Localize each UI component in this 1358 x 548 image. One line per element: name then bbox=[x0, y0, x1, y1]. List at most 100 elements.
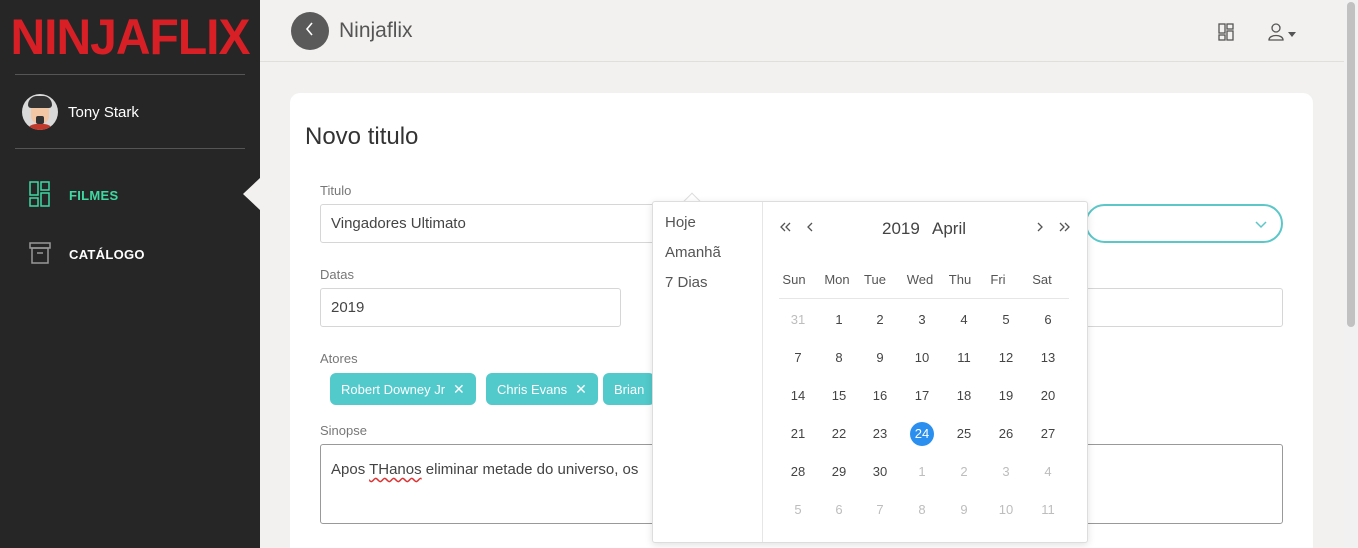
calendar-day[interactable]: 23 bbox=[859, 426, 901, 441]
weekday-header: Tue bbox=[864, 272, 886, 287]
calendar-day[interactable]: 11 bbox=[1027, 502, 1069, 517]
calendar-day[interactable]: 9 bbox=[859, 350, 901, 365]
calendar-day[interactable]: 8 bbox=[818, 350, 860, 365]
calendar-day[interactable]: 4 bbox=[1027, 464, 1069, 479]
active-nav-indicator bbox=[243, 178, 260, 210]
actor-tag-label: Robert Downey Jr bbox=[341, 381, 446, 397]
double-chevron-left-icon[interactable] bbox=[780, 219, 792, 237]
preset-tomorrow[interactable]: Amanhã bbox=[665, 244, 721, 261]
calendar-year[interactable]: 2019 bbox=[882, 219, 920, 239]
calendar-day[interactable]: 7 bbox=[777, 350, 819, 365]
dashboard-icon bbox=[29, 181, 51, 210]
sidebar-divider bbox=[15, 148, 245, 149]
chevron-right-icon[interactable] bbox=[1036, 219, 1044, 237]
calendar-day-label: 14 bbox=[790, 388, 806, 403]
calendar-day[interactable]: 28 bbox=[777, 464, 819, 479]
title-input[interactable]: Vingadores Ultimato bbox=[320, 204, 660, 243]
layout-toggle-button[interactable] bbox=[1218, 23, 1234, 46]
sidebar-item-label: CATÁLOGO bbox=[69, 247, 145, 262]
calendar-day[interactable]: 21 bbox=[777, 426, 819, 441]
user-profile[interactable]: Tony Stark bbox=[22, 94, 139, 130]
calendar-day[interactable]: 8 bbox=[901, 502, 943, 517]
calendar-day[interactable]: 5 bbox=[777, 502, 819, 517]
calendar-day-label: 2 bbox=[876, 312, 884, 327]
calendar-day-selected[interactable]: 24 bbox=[901, 422, 943, 446]
dates-label: Datas bbox=[320, 267, 354, 282]
double-chevron-right-icon[interactable] bbox=[1058, 219, 1070, 237]
calendar-day[interactable]: 5 bbox=[985, 312, 1027, 327]
calendar-day[interactable]: 29 bbox=[818, 464, 860, 479]
weekday-header: Wed bbox=[906, 272, 934, 287]
calendar-day[interactable]: 15 bbox=[818, 388, 860, 403]
calendar-day[interactable]: 27 bbox=[1027, 426, 1069, 441]
calendar-day[interactable]: 3 bbox=[985, 464, 1027, 479]
calendar-day[interactable]: 6 bbox=[1027, 312, 1069, 327]
actor-tag[interactable]: Brian bbox=[603, 373, 656, 405]
calendar-day[interactable]: 1 bbox=[901, 464, 943, 479]
chevron-down-icon bbox=[1288, 32, 1296, 37]
close-icon[interactable]: ✕ bbox=[575, 381, 587, 398]
calendar-day[interactable]: 4 bbox=[943, 312, 985, 327]
calendar-day-label: 17 bbox=[914, 388, 930, 403]
calendar-day-label: 6 bbox=[835, 502, 843, 517]
calendar-day-label: 30 bbox=[872, 464, 888, 479]
calendar-day[interactable]: 30 bbox=[859, 464, 901, 479]
calendar-day[interactable]: 14 bbox=[777, 388, 819, 403]
calendar-day[interactable]: 9 bbox=[943, 502, 985, 517]
synopsis-label: Sinopse bbox=[320, 423, 367, 438]
actor-tag[interactable]: Robert Downey Jr ✕ bbox=[330, 373, 476, 405]
calendar-day[interactable]: 7 bbox=[859, 502, 901, 517]
status-select[interactable] bbox=[1085, 204, 1283, 243]
dates-input[interactable]: 2019 bbox=[320, 288, 621, 327]
user-menu-button[interactable] bbox=[1268, 23, 1296, 46]
datepicker-presets: Hoje Amanhã 7 Dias bbox=[653, 202, 763, 542]
calendar-day[interactable]: 25 bbox=[943, 426, 985, 441]
preset-7-days[interactable]: 7 Dias bbox=[665, 274, 708, 291]
calendar-day[interactable]: 26 bbox=[985, 426, 1027, 441]
back-button[interactable] bbox=[291, 12, 329, 50]
calendar-day[interactable]: 10 bbox=[985, 502, 1027, 517]
calendar-day-label: 7 bbox=[794, 350, 802, 365]
weekday-header: Sun bbox=[782, 272, 806, 287]
calendar-day[interactable]: 11 bbox=[943, 350, 985, 365]
calendar-day[interactable]: 12 bbox=[985, 350, 1027, 365]
calendar-day[interactable]: 2 bbox=[943, 464, 985, 479]
calendar-day[interactable]: 17 bbox=[901, 388, 943, 403]
synopsis-text: Apos bbox=[331, 461, 370, 478]
chevron-left-icon[interactable] bbox=[806, 219, 814, 237]
preset-today[interactable]: Hoje bbox=[665, 214, 696, 231]
calendar-day-label: 12 bbox=[998, 350, 1014, 365]
calendar-day-label: 10 bbox=[998, 502, 1014, 517]
calendar-day[interactable]: 1 bbox=[818, 312, 860, 327]
calendar-day[interactable]: 20 bbox=[1027, 388, 1069, 403]
form-title: Novo titulo bbox=[305, 123, 419, 150]
sidebar-divider bbox=[15, 74, 245, 75]
calendar-day[interactable]: 16 bbox=[859, 388, 901, 403]
calendar-day-label: 27 bbox=[1040, 426, 1056, 441]
sidebar-item-filmes[interactable]: FILMES bbox=[29, 181, 118, 210]
calendar-day[interactable]: 19 bbox=[985, 388, 1027, 403]
calendar-day-label: 8 bbox=[835, 350, 843, 365]
calendar-day[interactable]: 3 bbox=[901, 312, 943, 327]
calendar-day[interactable]: 31 bbox=[777, 312, 819, 327]
archive-icon bbox=[29, 241, 51, 268]
calendar-day[interactable]: 18 bbox=[943, 388, 985, 403]
calendar-month[interactable]: April bbox=[932, 219, 966, 239]
calendar-day-label: 24 bbox=[910, 422, 934, 446]
avatar bbox=[22, 94, 58, 130]
calendar-day[interactable]: 22 bbox=[818, 426, 860, 441]
calendar-day[interactable]: 2 bbox=[859, 312, 901, 327]
calendar-day[interactable]: 6 bbox=[818, 502, 860, 517]
app-logo[interactable]: NINJAFLIX bbox=[0, 9, 260, 67]
calendar-day[interactable]: 13 bbox=[1027, 350, 1069, 365]
calendar-day-label: 2 bbox=[960, 464, 968, 479]
sidebar-item-catalogo[interactable]: CATÁLOGO bbox=[29, 241, 145, 268]
calendar-day[interactable]: 10 bbox=[901, 350, 943, 365]
close-icon[interactable]: ✕ bbox=[453, 381, 465, 398]
scrollbar[interactable] bbox=[1344, 0, 1358, 548]
calendar-day-label: 28 bbox=[790, 464, 806, 479]
scrollbar-thumb[interactable] bbox=[1347, 2, 1355, 327]
actor-tag[interactable]: Chris Evans ✕ bbox=[486, 373, 598, 405]
secondary-input[interactable] bbox=[1085, 288, 1283, 327]
calendar-day-label: 1 bbox=[835, 312, 843, 327]
